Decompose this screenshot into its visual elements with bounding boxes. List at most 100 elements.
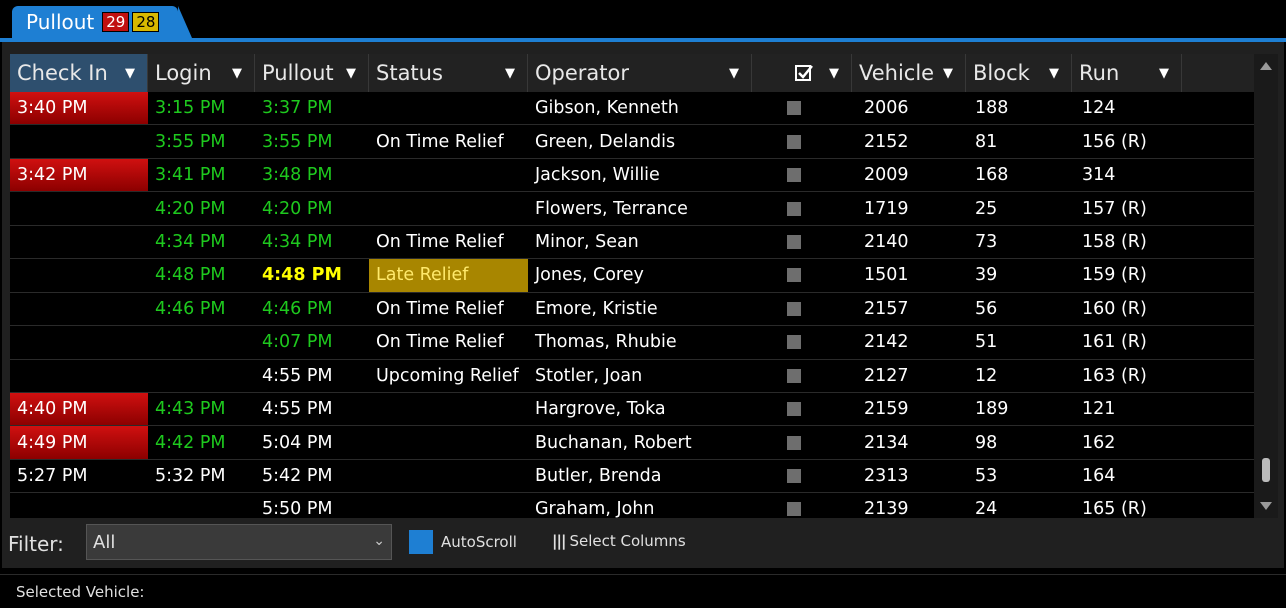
columns-icon: ||| — [552, 532, 566, 550]
status-cell: On Time Relief — [376, 231, 504, 252]
filter-funnel-icon[interactable]: ▼ — [505, 66, 515, 81]
row-checkbox[interactable] — [752, 192, 852, 224]
check-in-cell: 3:40 PM — [10, 92, 148, 125]
operator-cell: Buchanan, Robert — [535, 432, 692, 453]
table-row[interactable]: 4:34 PM 4:34 PM On Time Relief Minor, Se… — [10, 226, 1254, 260]
header-status[interactable]: Status ▼ — [369, 54, 528, 92]
row-checkbox[interactable] — [752, 493, 852, 518]
select-columns-button[interactable]: ||| Select Columns — [552, 532, 686, 550]
pullout-cell: 3:48 PM — [262, 165, 333, 186]
row-checkbox[interactable] — [752, 426, 852, 458]
filter-funnel-icon[interactable]: ▼ — [346, 66, 356, 81]
filter-funnel-icon[interactable]: ▼ — [1049, 66, 1059, 81]
status-cell: On Time Relief — [376, 131, 504, 152]
operator-cell: Graham, John — [535, 499, 655, 518]
row-checkbox[interactable] — [752, 259, 852, 291]
run-cell: 159 (R) — [1082, 265, 1147, 286]
row-checkbox[interactable] — [752, 92, 852, 124]
table-row[interactable]: 3:55 PM 3:55 PM On Time Relief Green, De… — [10, 125, 1254, 159]
header-check-in[interactable]: Check In ▼ — [10, 54, 148, 92]
table-row[interactable]: 4:40 PM 4:43 PM 4:55 PM Hargrove, Toka 2… — [10, 392, 1254, 427]
check-in-cell — [10, 192, 148, 224]
scroll-down-icon[interactable] — [1260, 502, 1272, 510]
late-count-badge: 29 — [102, 12, 130, 32]
vehicle-cell: 2157 — [864, 298, 909, 319]
filter-label: Filter: — [8, 532, 64, 556]
header-block[interactable]: Block ▼ — [966, 54, 1072, 92]
row-checkbox[interactable] — [752, 360, 852, 392]
check-in-cell — [10, 360, 148, 392]
pullout-cell: 5:50 PM — [262, 499, 333, 518]
block-cell: 56 — [975, 298, 998, 319]
pullout-grid: Check In ▼ Login ▼ Pullout ▼ Status ▼ Op… — [10, 54, 1254, 518]
block-cell: 189 — [975, 399, 1009, 420]
filter-funnel-icon[interactable]: ▼ — [232, 66, 242, 81]
row-checkbox[interactable] — [752, 125, 852, 157]
vertical-scrollbar[interactable] — [1254, 54, 1278, 518]
table-row[interactable]: 4:20 PM 4:20 PM Flowers, Terrance 1719 2… — [10, 192, 1254, 226]
row-checkbox[interactable] — [752, 226, 852, 258]
run-cell: 160 (R) — [1082, 298, 1147, 319]
tab-pullout[interactable]: Pullout 29 28 — [12, 6, 193, 38]
row-checkbox[interactable] — [752, 393, 852, 425]
check-in-cell — [10, 293, 148, 325]
status-cell — [369, 92, 528, 124]
filter-funnel-icon[interactable]: ▼ — [729, 66, 739, 81]
operator-cell: Stotler, Joan — [535, 365, 643, 386]
header-checkbox-column[interactable]: ▼ — [752, 54, 852, 92]
autoscroll-checkbox[interactable] — [409, 530, 433, 554]
table-row[interactable]: 4:55 PM Upcoming Relief Stotler, Joan 21… — [10, 360, 1254, 393]
filter-funnel-icon[interactable]: ▼ — [1159, 66, 1169, 81]
header-pullout[interactable]: Pullout ▼ — [255, 54, 369, 92]
block-cell: 53 — [975, 466, 998, 487]
run-cell: 163 (R) — [1082, 365, 1147, 386]
header-login[interactable]: Login ▼ — [148, 54, 255, 92]
scroll-up-icon[interactable] — [1260, 62, 1272, 70]
checkbox-icon — [787, 134, 801, 149]
login-cell: 3:15 PM — [155, 98, 226, 119]
header-vehicle[interactable]: Vehicle ▼ — [852, 54, 966, 92]
checkbox-icon — [787, 368, 801, 383]
row-checkbox[interactable] — [752, 326, 852, 358]
filter-funnel-icon[interactable]: ▼ — [943, 66, 953, 81]
filter-funnel-icon[interactable]: ▼ — [829, 66, 839, 81]
row-checkbox[interactable] — [752, 293, 852, 325]
operator-cell: Hargrove, Toka — [535, 399, 666, 420]
table-row[interactable]: 4:07 PM On Time Relief Thomas, Rhubie 21… — [10, 326, 1254, 360]
checkbox-icon — [787, 402, 801, 417]
status-cell: Late Relief — [369, 259, 528, 292]
scrollbar-thumb[interactable] — [1262, 458, 1270, 482]
vehicle-cell: 1501 — [864, 265, 909, 286]
block-cell: 25 — [975, 198, 998, 219]
table-row[interactable]: 4:46 PM 4:46 PM On Time Relief Emore, Kr… — [10, 293, 1254, 327]
block-cell: 73 — [975, 231, 998, 252]
table-row[interactable]: 3:40 PM 3:15 PM 3:37 PM Gibson, Kenneth … — [10, 92, 1254, 126]
pullout-cell: 4:20 PM — [262, 198, 333, 219]
status-cell: On Time Relief — [376, 298, 504, 319]
table-row[interactable]: 5:50 PM Graham, John 2139 24 165 (R) — [10, 493, 1254, 518]
table-row[interactable]: 4:49 PM 4:42 PM 5:04 PM Buchanan, Robert… — [10, 426, 1254, 460]
run-cell: 156 (R) — [1082, 131, 1147, 152]
table-row[interactable]: 4:48 PM 4:48 PM Late Relief Jones, Corey… — [10, 259, 1254, 293]
autoscroll-label: AutoScroll — [441, 533, 517, 551]
login-cell: 4:20 PM — [155, 198, 226, 219]
pullout-cell: 5:42 PM — [262, 466, 333, 487]
filter-select[interactable]: All ⌄ — [86, 524, 392, 560]
checkbox-icon — [787, 201, 801, 216]
table-row[interactable]: 3:42 PM 3:41 PM 3:48 PM Jackson, Willie … — [10, 158, 1254, 193]
checkbox-icon — [787, 469, 801, 484]
table-row[interactable]: 5:27 PM 5:32 PM 5:42 PM Butler, Brenda 2… — [10, 460, 1254, 494]
login-cell: 4:48 PM — [155, 265, 226, 286]
header-run[interactable]: Run ▼ — [1072, 54, 1182, 92]
row-checkbox[interactable] — [752, 159, 852, 191]
filter-funnel-icon[interactable]: ▼ — [125, 66, 135, 81]
check-in-cell: 5:27 PM — [17, 466, 88, 487]
status-cell — [369, 460, 528, 492]
block-cell: 98 — [975, 432, 998, 453]
header-operator[interactable]: Operator ▼ — [528, 54, 752, 92]
login-cell: 4:34 PM — [155, 231, 226, 252]
checkbox-icon — [787, 168, 801, 183]
vehicle-cell: 2134 — [864, 432, 909, 453]
row-checkbox[interactable] — [752, 460, 852, 492]
operator-cell: Emore, Kristie — [535, 298, 658, 319]
